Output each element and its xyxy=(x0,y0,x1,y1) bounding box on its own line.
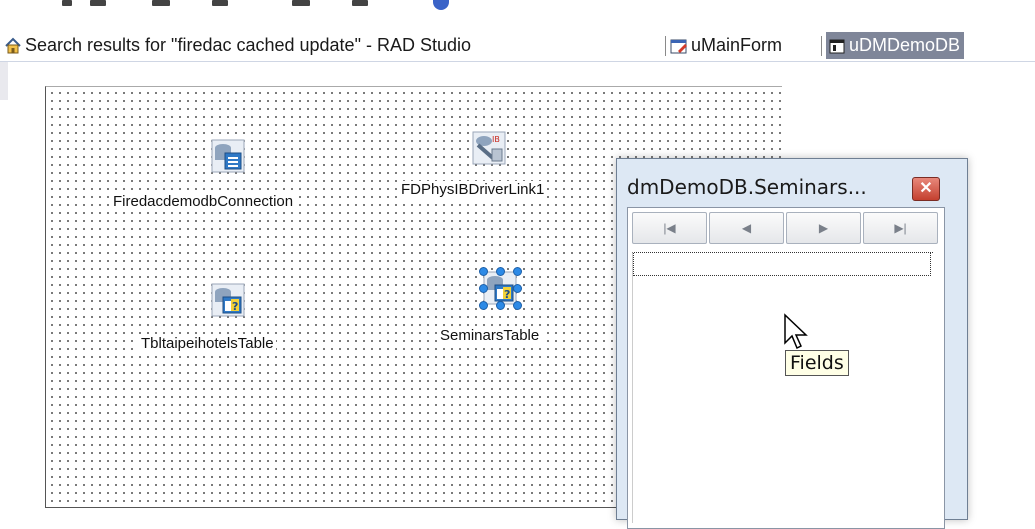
tab-label: Search results for "firedac cached updat… xyxy=(25,35,472,55)
close-button[interactable]: ✕ xyxy=(912,177,940,201)
toolbar-strip xyxy=(0,0,1035,30)
component-label: TbltaipeihotelsTable xyxy=(139,335,276,352)
selection-handle[interactable] xyxy=(479,284,488,293)
form-edit-icon xyxy=(670,37,688,55)
table-icon: ? xyxy=(211,283,245,317)
selection-handle[interactable] xyxy=(513,301,522,310)
toolbar-icons xyxy=(62,0,462,10)
selection-handle[interactable] xyxy=(479,301,488,310)
focus-row xyxy=(633,253,931,276)
tab-label: uMainForm xyxy=(691,35,783,55)
left-gutter xyxy=(0,62,8,100)
selection-handle[interactable] xyxy=(479,267,488,276)
database-connection-icon xyxy=(211,139,245,173)
home-icon xyxy=(4,37,22,55)
datamodule-icon xyxy=(828,37,846,55)
tab-search-results[interactable]: Search results for "firedac cached updat… xyxy=(4,32,471,59)
dataset-navigator: |◀ ◀ ▶ ▶| xyxy=(632,212,940,244)
tooltip: Fields xyxy=(785,350,849,376)
tab-umainform[interactable]: uMainForm xyxy=(670,32,782,59)
component-label: FiredacdemodbConnection xyxy=(111,193,296,210)
selection-handle[interactable] xyxy=(496,267,505,276)
nav-first-button[interactable]: |◀ xyxy=(632,212,707,244)
window-title: dmDemoDB.Seminars... xyxy=(627,175,867,199)
mouse-cursor-icon xyxy=(783,313,813,353)
svg-text:?: ? xyxy=(232,300,238,313)
component-label: FDPhysIBDriverLink1 xyxy=(399,181,547,198)
editor-tab-bar: Search results for "firedac cached updat… xyxy=(0,30,1035,62)
nav-prior-button[interactable]: ◀ xyxy=(709,212,784,244)
component-label: SeminarsTable xyxy=(438,327,542,344)
tab-label: uDMDemoDB xyxy=(849,35,961,55)
selection-handle[interactable] xyxy=(513,267,522,276)
tab-udmdemodb[interactable]: uDMDemoDB xyxy=(826,32,965,59)
selection-handle[interactable] xyxy=(513,284,522,293)
selection-handle[interactable] xyxy=(496,301,505,310)
svg-text:?: ? xyxy=(504,288,510,301)
nav-next-button[interactable]: ▶ xyxy=(786,212,861,244)
svg-text:IB: IB xyxy=(492,135,500,144)
nav-last-button[interactable]: ▶| xyxy=(863,212,938,244)
fields-list[interactable] xyxy=(632,252,933,523)
driver-link-icon: IB xyxy=(472,131,506,165)
table-icon: ? xyxy=(483,271,517,305)
window-titlebar[interactable]: dmDemoDB.Seminars... ✕ xyxy=(617,159,967,211)
